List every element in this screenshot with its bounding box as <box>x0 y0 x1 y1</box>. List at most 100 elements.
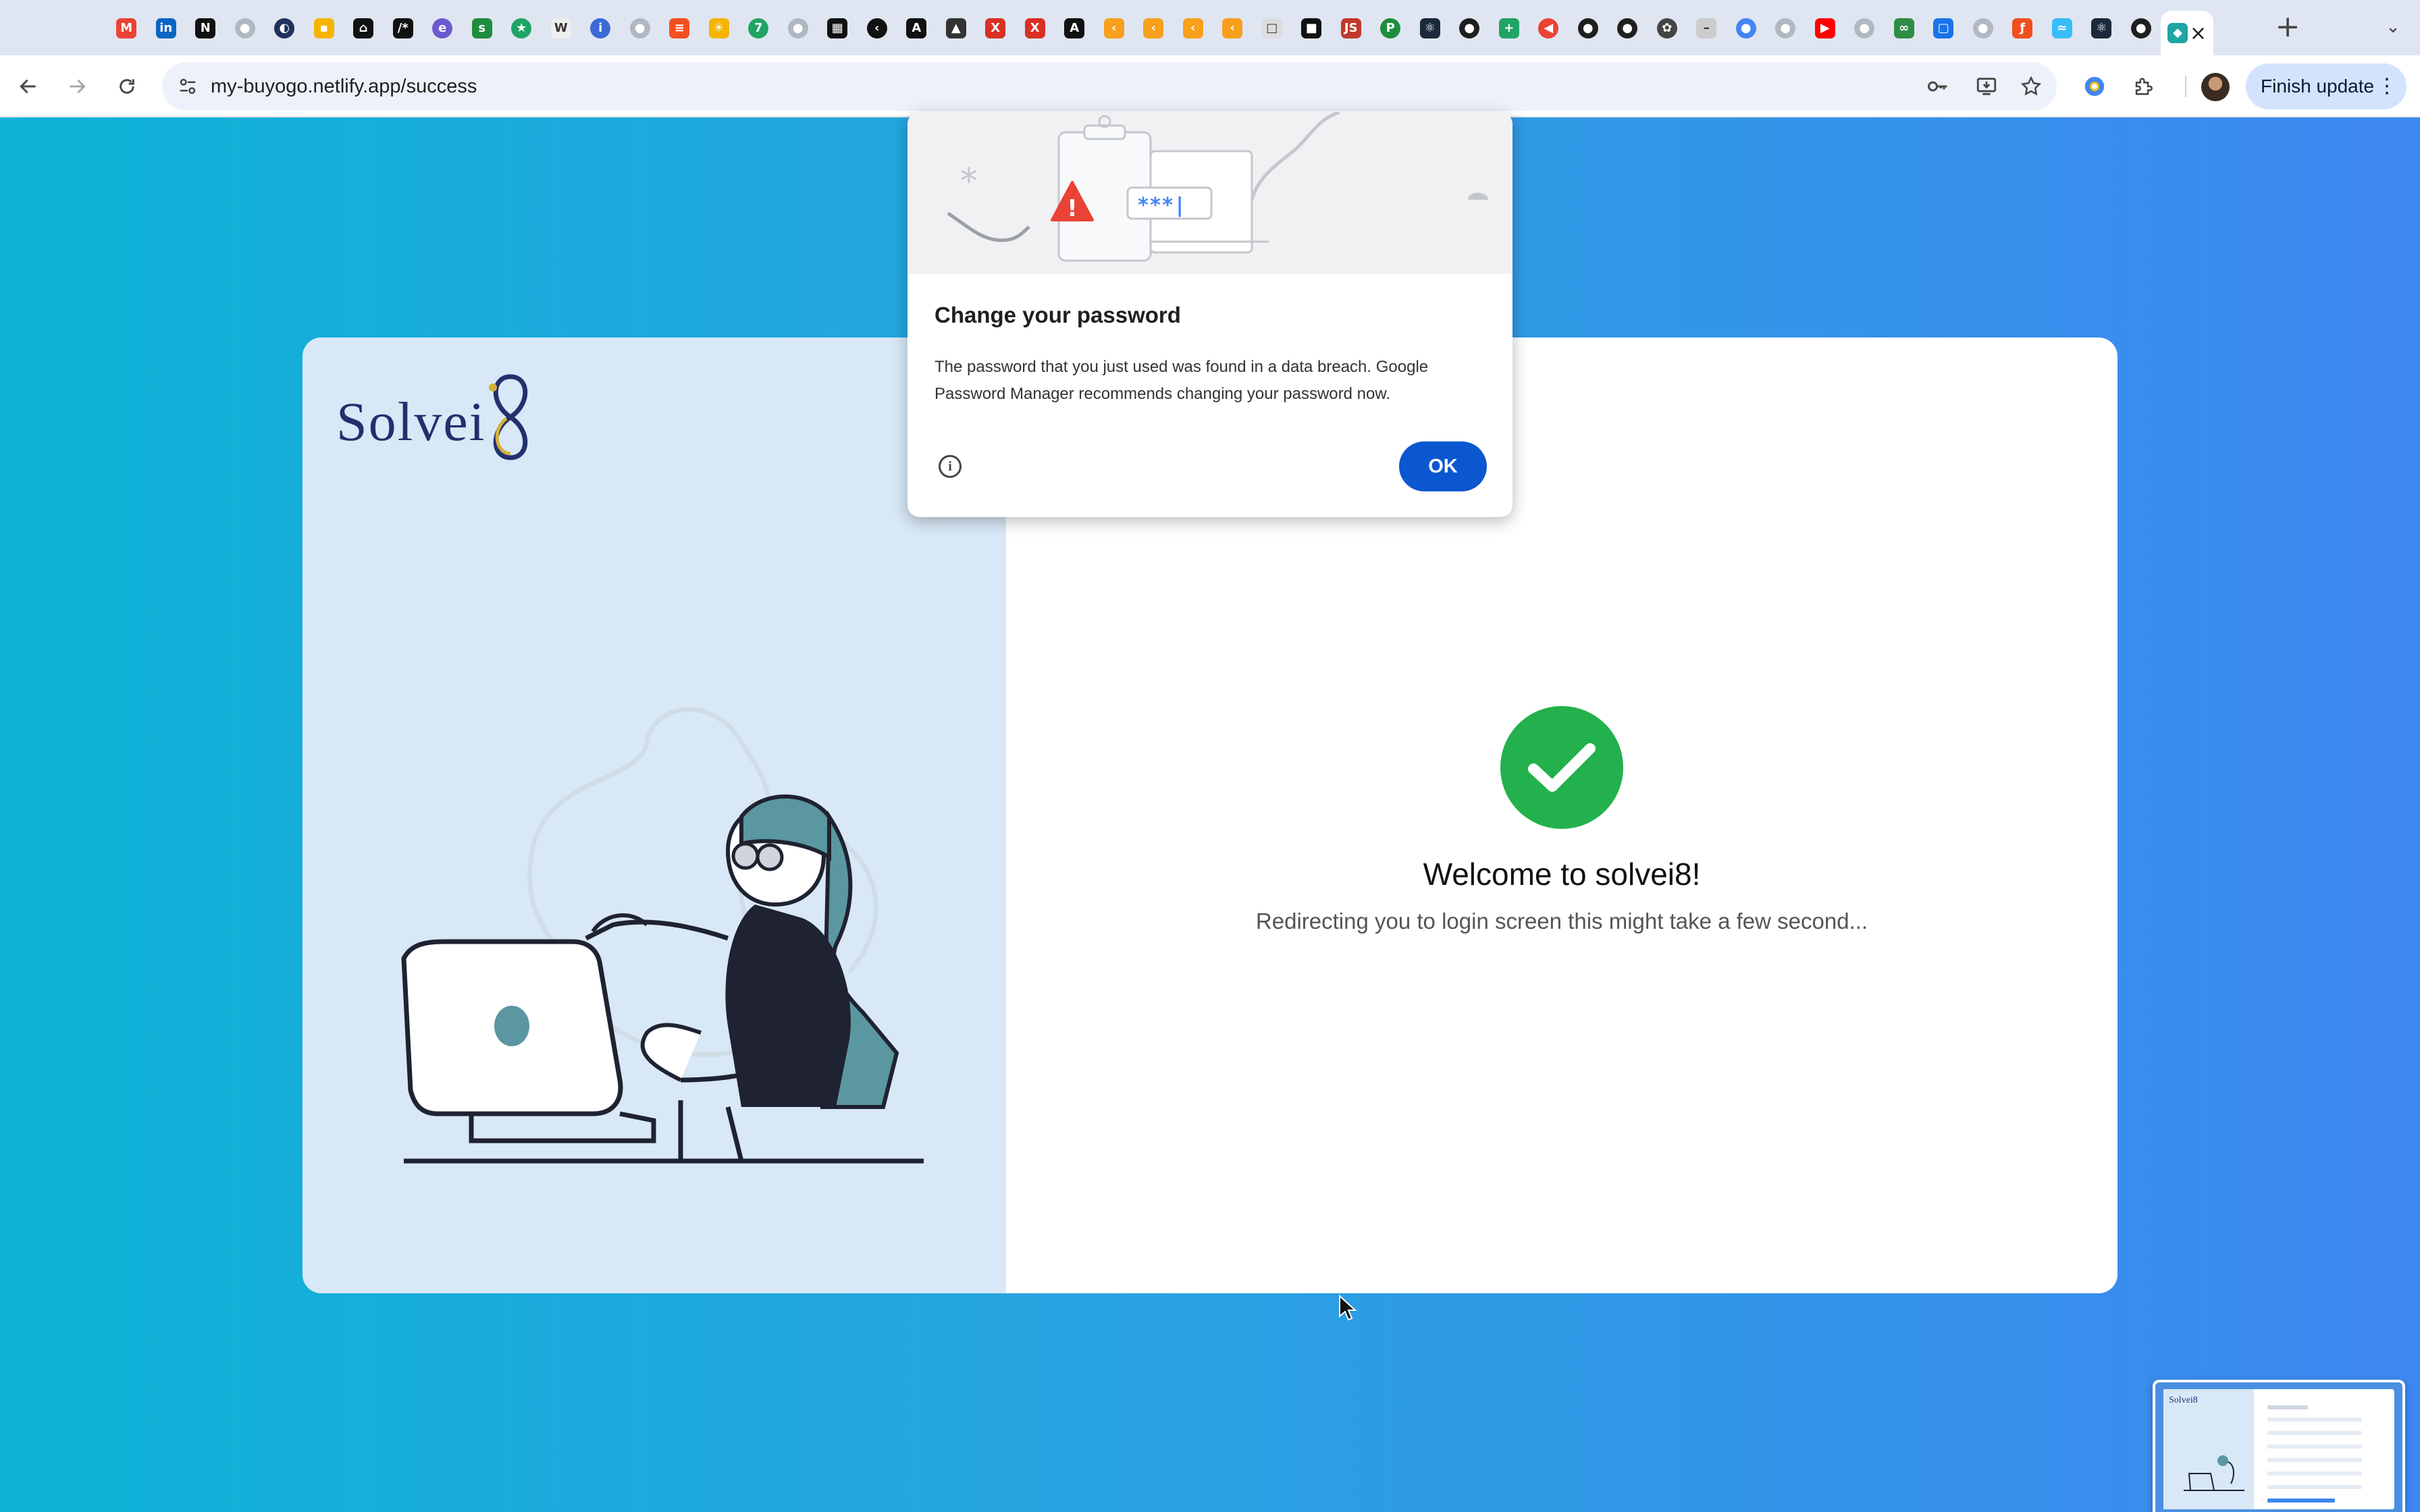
browser-tab[interactable]: ⌂ <box>344 11 384 46</box>
picture-in-picture-thumbnail[interactable]: Solvei8 <box>2153 1380 2405 1512</box>
password-key-icon[interactable] <box>1922 70 1954 103</box>
browser-tab[interactable]: e <box>423 11 463 46</box>
finish-update-button[interactable]: Finish update ⋮ <box>2246 63 2406 109</box>
extension-chrome-icon[interactable] <box>2076 68 2113 105</box>
browser-tab[interactable]: ‹ <box>1213 11 1253 46</box>
browser-tab[interactable]: ● <box>2122 11 2161 46</box>
browser-tab[interactable]: ▲ <box>937 11 976 46</box>
js-icon: JS <box>1340 18 1361 38</box>
browser-tab[interactable]: ● <box>1608 11 1648 46</box>
browser-tab[interactable]: ● <box>1766 11 1806 46</box>
browser-tab[interactable]: i <box>581 11 621 46</box>
tab-search-button[interactable]: ⌄ <box>2378 12 2408 42</box>
browser-tab[interactable]: /* <box>384 11 423 46</box>
browser-tab[interactable]: ★ <box>502 11 542 46</box>
github-icon: ● <box>1854 18 1875 38</box>
url-text[interactable]: my-buyogo.netlify.app/success <box>211 62 477 111</box>
browser-tab[interactable]: ● <box>1964 11 2003 46</box>
youtube-icon: ▶ <box>1814 18 1835 38</box>
browser-tab[interactable]: ● <box>1845 11 1885 46</box>
kebab-menu-icon[interactable]: ⋮ <box>2377 63 2397 109</box>
angular-icon: A <box>906 18 927 38</box>
browser-tab[interactable]: ‹ <box>1174 11 1213 46</box>
browser-tab[interactable]: ✿ <box>1648 11 1687 46</box>
address-bar[interactable]: my-buyogo.netlify.app/success <box>162 62 2057 111</box>
browser-tab[interactable]: ▶ <box>1806 11 1845 46</box>
browser-tab[interactable]: ● <box>1450 11 1490 46</box>
new-tab-button[interactable]: + <box>2270 8 2305 46</box>
browser-tab[interactable]: ▪ <box>305 11 344 46</box>
browser-tab[interactable]: ∞ <box>1885 11 1924 46</box>
browser-tab[interactable]: A <box>1055 11 1095 46</box>
browser-tab[interactable]: s <box>463 11 502 46</box>
browser-tab[interactable]: ● <box>621 11 660 46</box>
browser-tab[interactable]: ‹ <box>858 11 897 46</box>
back-button[interactable] <box>9 68 47 105</box>
extensions-puzzle-icon[interactable] <box>2124 68 2162 105</box>
leetcode-icon: ‹ <box>1143 18 1164 38</box>
browser-tab[interactable]: ▦ <box>818 11 858 46</box>
browser-tab[interactable]: + <box>1490 11 1529 46</box>
bulb-icon: ☀ <box>708 18 729 38</box>
browser-tab[interactable]: ◀ <box>1529 11 1569 46</box>
browser-tab[interactable]: ⚛ <box>1411 11 1450 46</box>
browser-tab[interactable]: X <box>1016 11 1055 46</box>
ok-button[interactable]: OK <box>1399 441 1487 491</box>
github-icon: ● <box>629 18 650 38</box>
browser-tab[interactable]: ◆ × <box>2161 11 2213 55</box>
svg-text:!: ! <box>1067 195 1078 222</box>
browser-tab[interactable]: ⚛ <box>2082 11 2122 46</box>
globe-icon: ● <box>787 18 808 38</box>
browser-tab[interactable]: ◐ <box>265 11 305 46</box>
thumbnail-line <box>2267 1472 2362 1476</box>
person-at-laptop-illustration <box>401 707 924 1164</box>
browser-tab[interactable]: 7 <box>739 11 779 46</box>
site-info-icon[interactable] <box>172 70 204 103</box>
browser-tab[interactable]: ≈ <box>2043 11 2082 46</box>
thumbnail-illustration-icon: Solvei8 <box>2169 1395 2244 1491</box>
react-icon: ⚛ <box>1419 18 1440 38</box>
browser-tab[interactable]: P <box>1371 11 1411 46</box>
browser-tab[interactable]: ■ <box>1292 11 1332 46</box>
forward-button[interactable] <box>58 68 96 105</box>
reload-button[interactable] <box>108 68 146 105</box>
browser-tab[interactable]: ● <box>226 11 265 46</box>
thumbnail-illustration-panel: Solvei8 <box>2163 1389 2254 1509</box>
thumbnail-line <box>2267 1418 2362 1422</box>
browser-tab[interactable]: A <box>897 11 937 46</box>
browser-tab[interactable]: ‹ <box>1095 11 1134 46</box>
info-icon[interactable]: i <box>939 455 962 478</box>
browser-tab[interactable]: M <box>107 11 147 46</box>
logo-text: Solvei <box>336 391 486 452</box>
browser-tab[interactable]: – <box>1687 11 1727 46</box>
figma-icon: ƒ <box>2012 18 2033 38</box>
browser-tab[interactable]: ☀ <box>700 11 739 46</box>
browser-tab[interactable]: JS <box>1332 11 1371 46</box>
globe-icon: ● <box>1972 18 1993 38</box>
thumbnail-button <box>2267 1498 2335 1503</box>
reload-icon <box>120 79 134 94</box>
notion-icon: N <box>195 18 216 38</box>
close-tab-icon[interactable]: × <box>2190 22 2207 45</box>
browser-tab[interactable]: ≡ <box>660 11 700 46</box>
browser-tab[interactable]: □ <box>1253 11 1292 46</box>
github-icon: ● <box>1577 18 1598 38</box>
page-icon: – <box>1696 18 1717 38</box>
browser-tab[interactable]: N <box>186 11 226 46</box>
github-icon: ● <box>1459 18 1480 38</box>
tailwind-icon: ≈ <box>2051 18 2072 38</box>
browser-tab[interactable]: W <box>542 11 581 46</box>
gmail-icon: M <box>116 18 137 38</box>
browser-tab[interactable]: ● <box>1727 11 1766 46</box>
browser-tab[interactable]: ▢ <box>1924 11 1964 46</box>
browser-tab[interactable]: in <box>147 11 186 46</box>
browser-tab[interactable]: ƒ <box>2003 11 2043 46</box>
browser-tab[interactable]: ‹ <box>1134 11 1174 46</box>
geeks-icon: ∞ <box>1893 18 1914 38</box>
browser-tab[interactable]: X <box>976 11 1016 46</box>
install-app-icon[interactable] <box>1970 70 2003 103</box>
bookmark-star-icon[interactable] <box>2015 70 2047 103</box>
browser-tab[interactable]: ● <box>779 11 818 46</box>
browser-tab[interactable]: ● <box>1569 11 1608 46</box>
profile-avatar[interactable] <box>2201 73 2230 101</box>
